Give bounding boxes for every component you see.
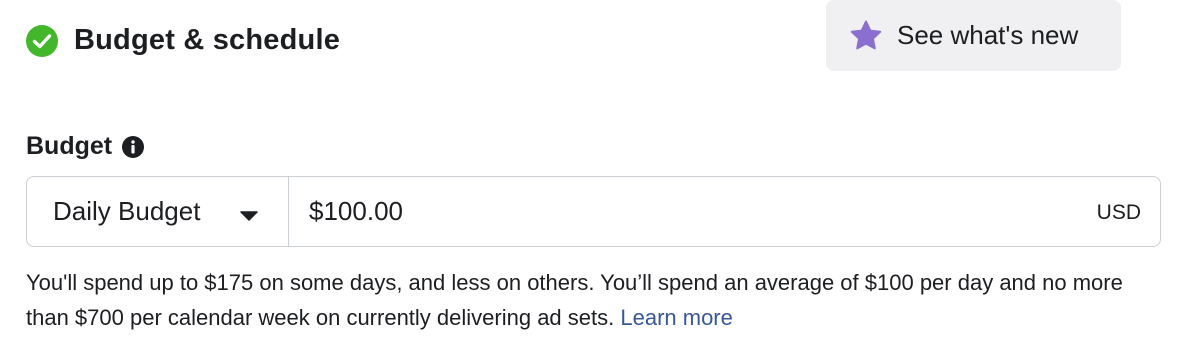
- budget-help-text: You'll spend up to $175 on some days, an…: [26, 265, 1166, 335]
- section-title: Budget & schedule: [74, 24, 341, 56]
- budget-label: Budget: [26, 132, 113, 160]
- currency-label: USD: [1096, 201, 1141, 224]
- budget-amount-value: $100.00: [309, 196, 403, 226]
- budget-type-dropdown[interactable]: Daily Budget: [27, 177, 289, 246]
- budget-help-sentence: You'll spend up to $175 on some days, an…: [26, 270, 1123, 330]
- see-whats-new-label: See what's new: [897, 20, 1079, 50]
- section-header: Budget & schedule: [26, 24, 340, 57]
- see-whats-new-button[interactable]: See what's new: [826, 0, 1121, 71]
- learn-more-link[interactable]: Learn more: [620, 305, 733, 330]
- budget-control: Daily Budget $100.00 USD: [26, 176, 1161, 247]
- budget-label-row: Budget: [26, 132, 145, 161]
- budget-amount-input[interactable]: $100.00 USD: [289, 177, 1160, 246]
- info-icon[interactable]: [121, 135, 145, 159]
- budget-type-value: Daily Budget: [53, 196, 201, 226]
- star-icon: [848, 18, 884, 54]
- check-circle-icon: [26, 24, 58, 57]
- caret-down-icon: [240, 208, 258, 221]
